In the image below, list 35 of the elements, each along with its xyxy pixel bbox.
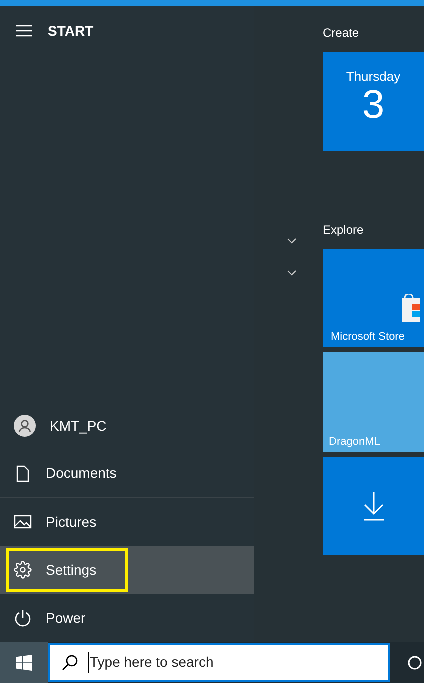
search-field[interactable]: Type here to search xyxy=(48,643,390,682)
menu-item[interactable]: Power xyxy=(0,594,254,642)
windows-logo-icon xyxy=(16,654,32,670)
store-tile[interactable]: Microsoft Store xyxy=(323,249,424,347)
start-title: START xyxy=(48,22,94,40)
menu-item[interactable]: KMT_PC xyxy=(0,402,254,450)
settings-icon xyxy=(14,561,32,579)
shopping-bag-icon xyxy=(402,294,420,322)
day-label: Thursday xyxy=(346,70,401,83)
document-icon xyxy=(14,464,32,482)
menu-item-label: Settings xyxy=(46,560,97,580)
chevron-down-icon[interactable] xyxy=(287,238,297,244)
circle-icon[interactable] xyxy=(408,656,422,670)
search-icon xyxy=(62,654,78,670)
tile-label: DragonML xyxy=(329,437,382,448)
start-button[interactable] xyxy=(0,642,48,683)
chevron-down-icon[interactable] xyxy=(287,270,297,276)
menu-item-label: Documents xyxy=(46,464,117,483)
download-tile[interactable] xyxy=(323,457,424,555)
menu-item[interactable]: Pictures xyxy=(0,498,254,546)
menu-item-label: Pictures xyxy=(46,512,97,532)
menu-icon[interactable] xyxy=(16,25,32,37)
power-icon xyxy=(14,609,32,627)
download-arrow-icon xyxy=(362,491,384,521)
calendar-tile[interactable]: Thursday 3 xyxy=(323,52,424,151)
user-avatar-icon xyxy=(14,415,36,437)
menu-item-label: Power xyxy=(46,608,86,628)
search-input[interactable]: Type here to search xyxy=(88,652,388,673)
date-number: 3 xyxy=(362,85,385,125)
tile-label: Microsoft Store xyxy=(331,332,406,343)
menu-item-label: KMT_PC xyxy=(50,416,107,436)
group-title: Explore xyxy=(323,222,365,239)
menu-item[interactable]: Settings xyxy=(0,546,254,594)
group-title: Create xyxy=(323,25,360,42)
picture-icon xyxy=(14,513,32,531)
